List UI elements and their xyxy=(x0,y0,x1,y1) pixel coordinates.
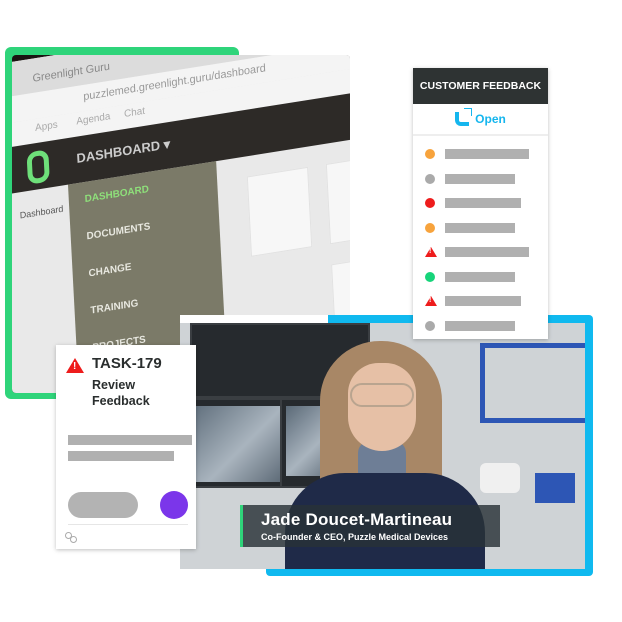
feedback-item[interactable] xyxy=(413,191,548,216)
placeholder-line xyxy=(445,198,521,209)
warning-icon xyxy=(425,247,437,258)
video-photo: Jade Doucet-Martineau Co-Founder & CEO, … xyxy=(180,323,585,569)
placeholder-line xyxy=(68,435,192,445)
breadcrumb[interactable]: Dashboard xyxy=(20,204,64,221)
feedback-item[interactable] xyxy=(413,142,548,167)
task-id: TASK-179 xyxy=(92,355,162,372)
feedback-item[interactable] xyxy=(413,289,548,314)
warning-icon xyxy=(66,358,84,373)
status-dot-icon xyxy=(425,320,435,331)
bookmark[interactable]: Apps xyxy=(35,119,58,134)
assignee-avatar[interactable] xyxy=(160,491,188,519)
placeholder-line xyxy=(445,222,515,233)
warning-icon xyxy=(425,296,437,307)
task-title: Review Feedback xyxy=(92,378,150,408)
menu-item-documents[interactable]: DOCUMENTS xyxy=(86,213,203,242)
dashboard-dropdown[interactable]: DASHBOARD xyxy=(76,138,160,166)
task-card[interactable]: TASK-179 Review Feedback xyxy=(56,345,196,549)
bookmark[interactable]: Agenda xyxy=(76,111,111,127)
open-button[interactable]: Open xyxy=(413,104,548,136)
menu-item-training[interactable]: TRAINING xyxy=(90,287,207,317)
bookmark[interactable]: Chat xyxy=(124,106,145,120)
menu-item-dashboard[interactable]: DASHBOARD xyxy=(84,176,201,205)
placeholder-line xyxy=(445,173,515,184)
feedback-item[interactable] xyxy=(413,167,548,192)
placeholder-line xyxy=(445,296,521,307)
status-dot-icon xyxy=(425,198,435,209)
speaker-name: Jade Doucet-Martineau xyxy=(261,510,453,529)
placeholder-line xyxy=(445,271,515,282)
status-dot-icon xyxy=(425,222,435,233)
feedback-item[interactable] xyxy=(413,240,548,265)
status-pill[interactable] xyxy=(68,492,138,518)
dashboard-card[interactable] xyxy=(325,154,350,245)
frame-gap xyxy=(180,315,328,323)
placeholder-line xyxy=(445,320,515,331)
status-dot-icon xyxy=(425,173,435,184)
feedback-item[interactable] xyxy=(413,314,548,339)
name-lower-third: Jade Doucet-Martineau Co-Founder & CEO, … xyxy=(240,505,500,547)
open-external-icon xyxy=(455,108,473,126)
placeholder-line xyxy=(68,451,174,461)
card-title: CUSTOMER FEEDBACK xyxy=(413,68,548,104)
greenlight-logo-icon xyxy=(26,149,50,185)
status-dot-icon xyxy=(425,149,435,160)
placeholder-line xyxy=(445,149,529,160)
feedback-list xyxy=(413,136,548,338)
open-label: Open xyxy=(475,112,506,126)
dashboard-card[interactable] xyxy=(246,166,313,257)
feedback-item[interactable] xyxy=(413,265,548,290)
customer-feedback-card: CUSTOMER FEEDBACK Open xyxy=(413,68,548,339)
feedback-item[interactable] xyxy=(413,216,548,241)
placeholder-line xyxy=(445,247,529,258)
link-icon[interactable] xyxy=(65,532,77,543)
status-dot-icon xyxy=(425,271,435,282)
menu-item-change[interactable]: CHANGE xyxy=(88,250,205,280)
speaker-role: Co-Founder & CEO, Puzzle Medical Devices xyxy=(261,532,449,542)
